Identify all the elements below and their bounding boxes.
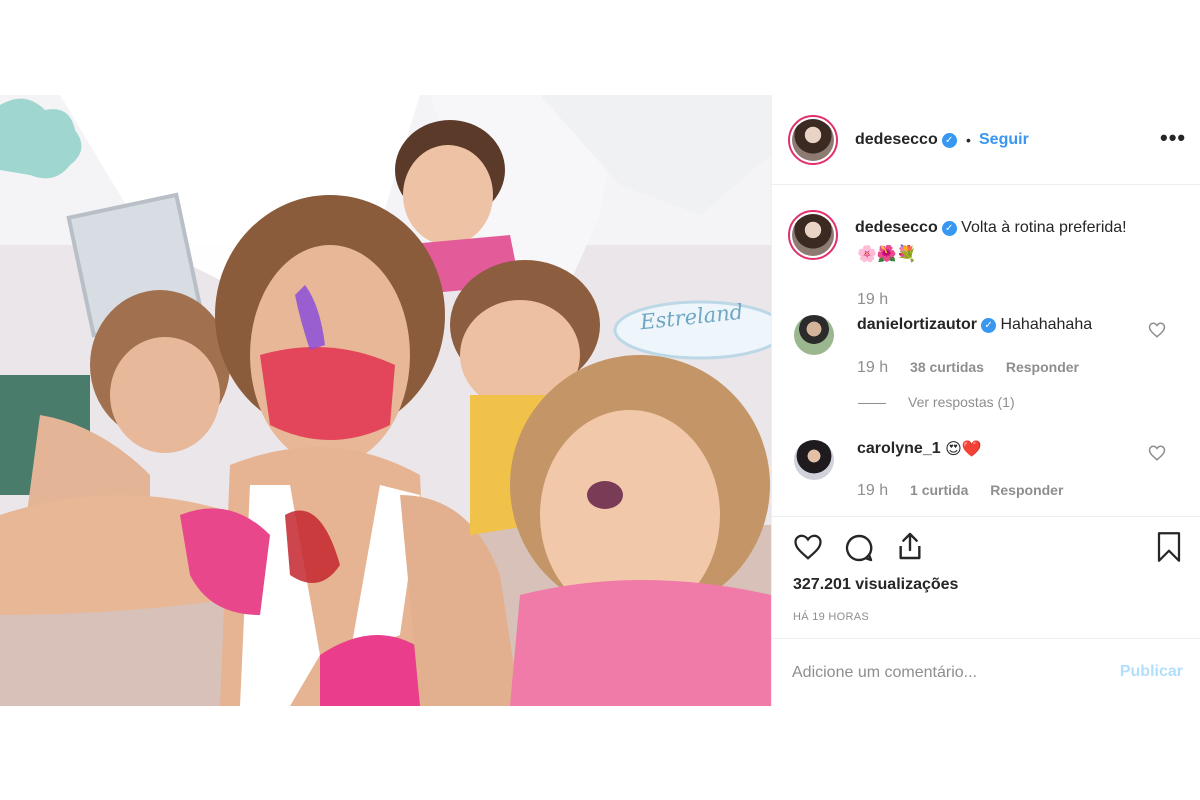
instagram-post: Estreland dedesecco ✓ • Seguir ••• dedese… [0, 95, 1200, 706]
author-avatar[interactable] [788, 115, 838, 165]
like-comment-icon[interactable] [1148, 444, 1166, 462]
verified-badge-icon: ✓ [941, 221, 957, 236]
view-replies-line [858, 402, 886, 404]
photo-illustration [0, 95, 771, 706]
comment-bubble-icon[interactable] [843, 532, 875, 564]
comment-username[interactable]: carolyne_1 [857, 440, 941, 457]
comment-meta: 19 h 38 curtidas Responder [857, 359, 1097, 377]
follow-button[interactable]: Seguir [979, 131, 1029, 149]
comment-likes-link[interactable]: 1 curtida [910, 482, 968, 498]
post-photo[interactable]: Estreland [0, 95, 771, 706]
caption-line: dedesecco ✓ Volta à rotina preferida! [855, 219, 1127, 237]
reply-button[interactable]: Responder [1006, 359, 1079, 375]
view-replies-label[interactable]: Ver respostas (1) [908, 394, 1015, 410]
comment-line: danielortizautor ✓ Hahahahaha [857, 316, 1092, 334]
comment-username[interactable]: danielortizautor [857, 316, 977, 333]
comment-time: 19 h [857, 482, 889, 499]
reply-button[interactable]: Responder [990, 482, 1063, 498]
post-header: dedesecco ✓ • Seguir ••• [772, 95, 1200, 185]
post-side-panel: dedesecco ✓ • Seguir ••• dedesecco ✓ Volta… [771, 95, 1200, 706]
caption-emoji-text: 🌸🌺💐 [857, 246, 917, 263]
comment-likes-link[interactable]: 38 curtidas [910, 359, 984, 375]
add-comment-bar: Publicar [772, 638, 1200, 706]
view-replies-button[interactable]: Ver respostas (1) [858, 394, 1015, 410]
caption-meta: 19 h [857, 291, 906, 309]
comment-avatar[interactable] [794, 315, 834, 355]
comment-avatar[interactable] [794, 440, 834, 480]
save-bookmark-icon[interactable] [1154, 530, 1184, 564]
comment-line: carolyne_1 😍❤️ [857, 439, 982, 459]
comment-input[interactable] [792, 661, 1092, 685]
caption-emojis: 🌸🌺💐 [857, 244, 917, 264]
comment-text: Hahahahaha [1000, 316, 1093, 333]
share-icon[interactable] [894, 530, 926, 562]
views-count[interactable]: 327.201 visualizações [793, 576, 958, 594]
caption-text: Volta à rotina preferida! [961, 219, 1127, 236]
author-username[interactable]: dedesecco ✓ [855, 131, 957, 149]
post-actions: 327.201 visualizações HÁ 19 HORAS [772, 517, 1200, 637]
like-comment-icon[interactable] [1148, 321, 1166, 339]
caption-username[interactable]: dedesecco [855, 219, 938, 236]
caption-avatar[interactable] [788, 210, 838, 260]
like-heart-icon[interactable] [792, 532, 824, 562]
comments-section: dedesecco ✓ Volta à rotina preferida! 🌸🌺💐… [772, 185, 1200, 517]
header-separator: • [966, 132, 971, 148]
publish-button[interactable]: Publicar [1120, 663, 1183, 681]
more-options-icon[interactable]: ••• [1160, 125, 1186, 151]
caption-time: 19 h [857, 291, 889, 308]
comment-meta: 19 h 1 curtida Responder [857, 482, 1081, 500]
post-timestamp[interactable]: HÁ 19 HORAS [793, 611, 869, 623]
comment-text: 😍❤️ [945, 441, 982, 458]
comment-time: 19 h [857, 359, 889, 376]
verified-badge-icon: ✓ [941, 133, 957, 148]
verified-badge-icon: ✓ [981, 318, 997, 333]
author-username-text[interactable]: dedesecco [855, 131, 938, 148]
